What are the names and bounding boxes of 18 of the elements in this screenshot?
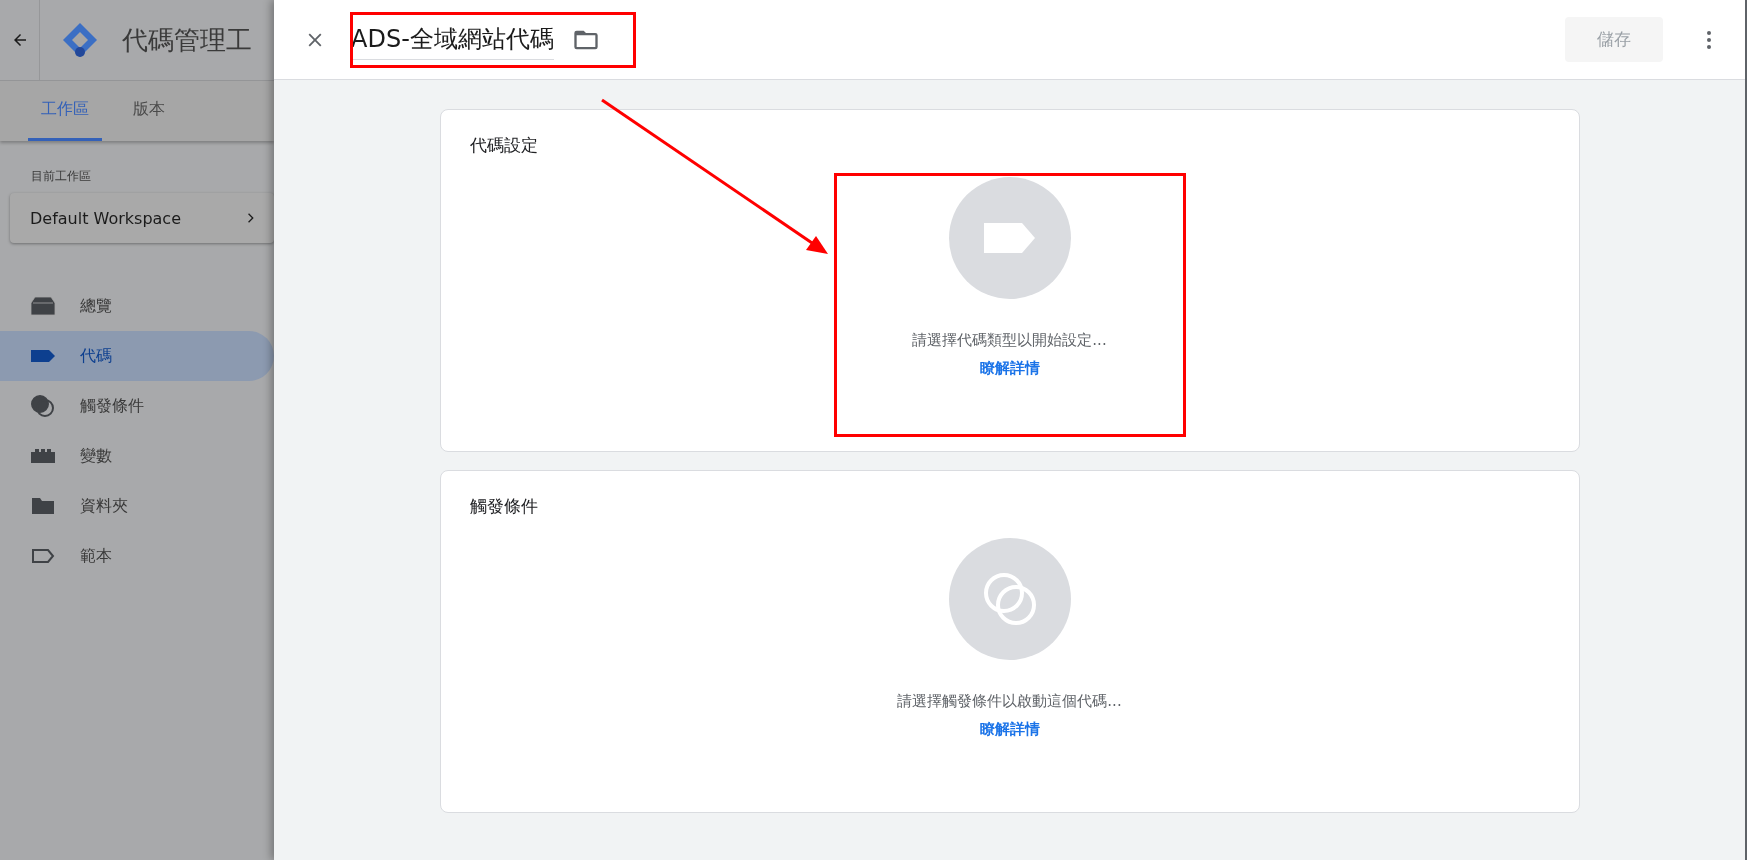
workspace-selector[interactable]: Default Workspace xyxy=(10,193,274,243)
tab[interactable]: 版本 xyxy=(112,81,186,141)
learn-more-link[interactable]: 瞭解詳情 xyxy=(979,359,1040,378)
app-title: 代碼管理工 xyxy=(122,23,252,57)
nav-item[interactable]: 代碼 xyxy=(0,331,274,381)
workspace-label: 目前工作區 xyxy=(31,168,92,185)
overlapping-circles-icon xyxy=(30,393,56,419)
section-title: 觸發條件 xyxy=(469,495,539,518)
section-title: 代碼設定 xyxy=(469,134,539,157)
nav-item[interactable]: 觸發條件 xyxy=(0,381,274,431)
tag-name-field[interactable]: ADS-全域網站代碼 xyxy=(351,19,554,60)
empty-hint: 請選擇觸發條件以啟動這個代碼... xyxy=(897,692,1122,711)
nav-item[interactable]: 總覽 xyxy=(0,281,274,331)
nav-item[interactable]: 變數 xyxy=(0,431,274,481)
learn-more-link[interactable]: 瞭解詳情 xyxy=(979,720,1040,739)
nav-item[interactable]: 資料夾 xyxy=(0,481,274,531)
nav-item[interactable]: 範本 xyxy=(0,531,274,581)
empty-hint: 請選擇代碼類型以開始設定... xyxy=(912,331,1107,350)
